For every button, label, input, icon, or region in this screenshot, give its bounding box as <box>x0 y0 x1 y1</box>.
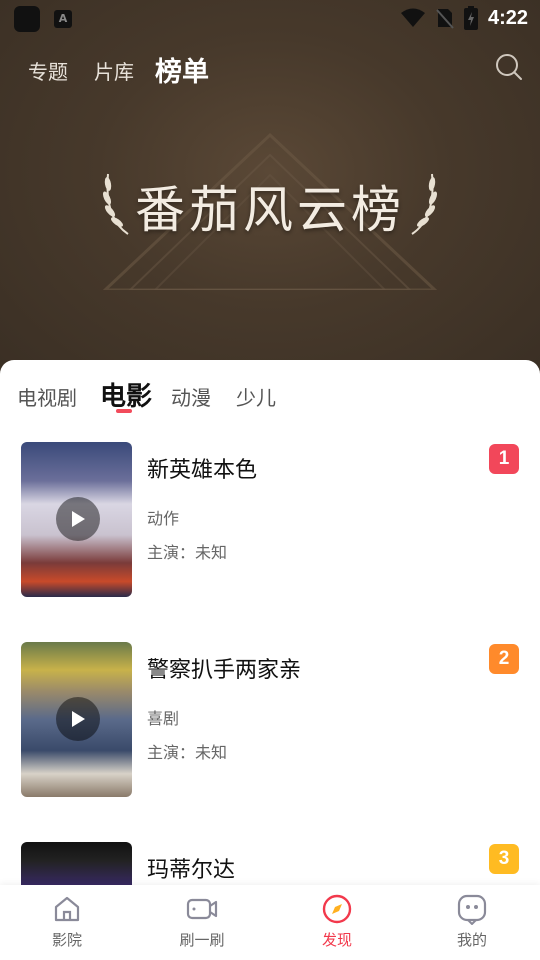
search-icon[interactable] <box>494 52 524 82</box>
rank-badge: 2 <box>489 644 519 674</box>
play-icon[interactable] <box>56 497 100 541</box>
nav-shorts[interactable]: 刷一刷 <box>157 893 247 950</box>
tab-kids[interactable]: 少儿 <box>236 382 276 411</box>
rank-badge: 1 <box>489 444 519 474</box>
item-genre: 动作 <box>147 509 180 528</box>
nav-label: 刷一刷 <box>179 931 225 949</box>
nav-label: 影院 <box>51 931 82 949</box>
item-cast: 主演：未知 <box>147 543 228 562</box>
tab-tv-series[interactable]: 电视剧 <box>17 382 77 411</box>
nav-cinema[interactable]: 影院 <box>22 893 112 950</box>
item-title: 新英雄本色 <box>147 458 258 483</box>
top-nav: 专题 片库 榜单 <box>0 44 540 96</box>
list-item[interactable]: 新英雄本色 动作 主演：未知 1 <box>0 442 540 602</box>
bottom-nav: 影院 刷一刷 发现 我的 <box>0 885 540 960</box>
compass-icon <box>322 894 352 924</box>
video-icon <box>186 898 218 920</box>
play-icon[interactable] <box>56 697 100 741</box>
laurel-right-icon <box>411 173 438 235</box>
nav-me[interactable]: 我的 <box>427 893 517 950</box>
app-notification-icon <box>14 6 40 32</box>
item-cast: 主演：未知 <box>147 743 228 762</box>
tab-rankings[interactable]: 榜单 <box>155 50 209 89</box>
no-sim-icon <box>436 9 454 29</box>
active-tab-indicator <box>116 409 132 413</box>
item-title: 玛蒂尔达 <box>147 858 236 883</box>
status-bar: A 4:22 <box>0 0 540 36</box>
clock: 4:22 <box>487 6 528 29</box>
nav-label: 我的 <box>456 931 487 949</box>
wifi-icon <box>400 8 425 27</box>
profile-icon <box>457 894 487 925</box>
battery-icon <box>463 6 478 30</box>
tab-anime[interactable]: 动漫 <box>171 382 211 411</box>
hero-header: A 4:22 专题 片库 榜单 番茄风云榜 <box>0 0 540 380</box>
poster-image[interactable] <box>21 442 132 597</box>
poster-image[interactable] <box>21 642 132 797</box>
ranking-sheet: 电视剧 电影 动漫 少儿 新英雄本色 动作 主演：未知 1 警察扒手两家亲 喜剧… <box>0 360 540 960</box>
item-title: 警察扒手两家亲 <box>147 658 302 683</box>
nav-label: 发现 <box>321 931 352 949</box>
list-item[interactable]: 警察扒手两家亲 喜剧 主演：未知 2 <box>0 642 540 802</box>
item-genre: 喜剧 <box>147 709 180 728</box>
tab-movies[interactable]: 电影 <box>100 376 152 413</box>
banner-title: 番茄风云榜 <box>135 181 405 239</box>
app-a-icon: A <box>54 10 72 28</box>
tab-library[interactable]: 片库 <box>94 56 134 85</box>
tab-topics[interactable]: 专题 <box>28 56 68 85</box>
rank-badge: 3 <box>489 844 519 874</box>
category-tabs: 电视剧 电影 动漫 少儿 <box>0 360 540 420</box>
home-icon <box>54 896 80 922</box>
nav-discover[interactable]: 发现 <box>292 893 382 950</box>
